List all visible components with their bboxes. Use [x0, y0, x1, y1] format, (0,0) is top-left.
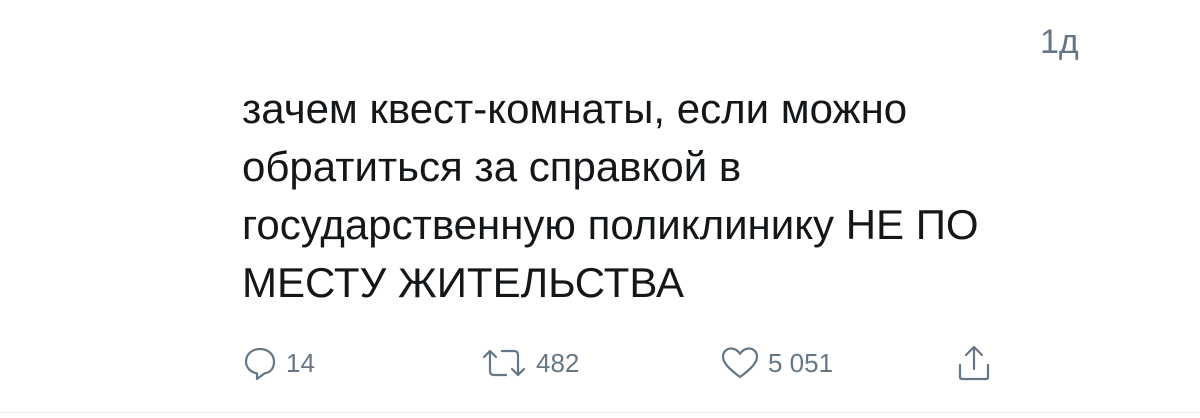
tweet-actions: 14 482 5 051	[0, 338, 1200, 388]
bottom-divider	[0, 412, 1200, 413]
retweet-count: 482	[536, 348, 580, 378]
tweet-text-line: зачем квест-комнаты, если можно	[242, 85, 908, 132]
tweet: 1д зачем квест-комнаты, если можно обрат…	[0, 0, 1200, 418]
heart-icon	[718, 343, 762, 383]
tweet-text-line: обратиться за справкой в	[242, 143, 742, 190]
speech-bubble-icon	[240, 343, 280, 383]
retweet-arrows-icon	[478, 343, 530, 383]
retweet-button[interactable]: 482	[478, 338, 579, 388]
tweet-text-line: МЕСТУ ЖИТЕЛЬСТВА	[242, 259, 685, 306]
reply-button[interactable]: 14	[240, 338, 315, 388]
tweet-text: зачем квест-комнаты, если можно обратить…	[242, 80, 1162, 312]
like-button[interactable]: 5 051	[718, 338, 833, 388]
tweet-timestamp[interactable]: 1д	[1040, 22, 1079, 62]
like-count: 5 051	[768, 348, 834, 378]
share-upload-icon	[952, 341, 996, 385]
share-button[interactable]	[952, 338, 996, 388]
reply-count: 14	[286, 348, 315, 378]
tweet-text-line: государственную поликлинику НЕ ПО	[242, 201, 979, 248]
